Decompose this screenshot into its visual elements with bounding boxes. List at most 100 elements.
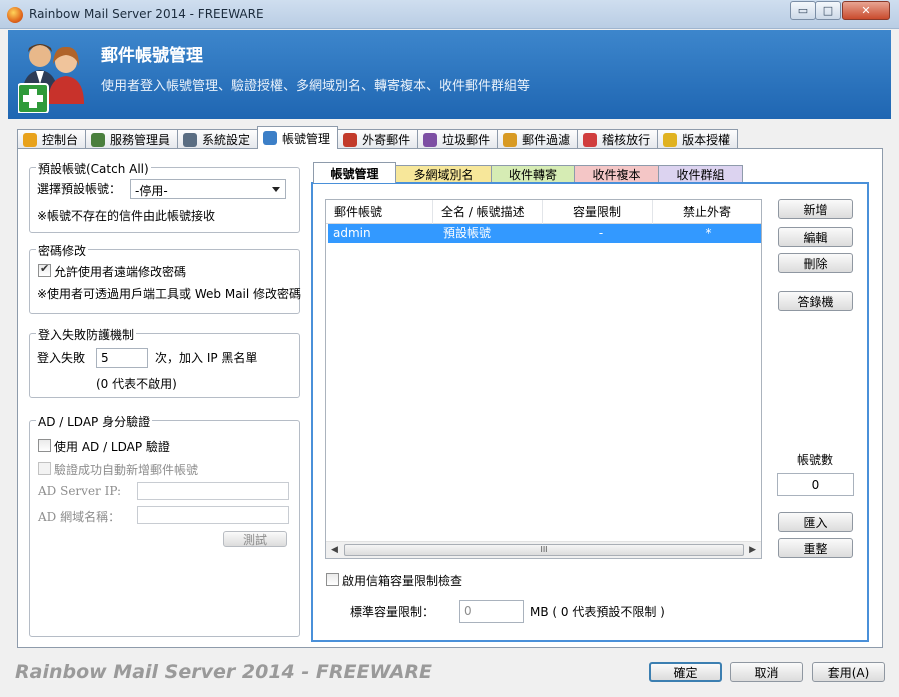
filter-icon: [503, 132, 518, 147]
ldap-group: AD / LDAP 身分驗證 使用 AD / LDAP 驗證 驗證成功自動新增郵…: [29, 413, 300, 637]
catchall-group: 預設帳號(Catch All) 選擇預設帳號： -停用- ※帳號不存在的信件由此…: [29, 160, 300, 233]
import-button[interactable]: 匯入: [778, 512, 853, 532]
auto-reply-button[interactable]: 答錄機: [778, 291, 853, 311]
row-block: *: [705, 226, 712, 240]
horizontal-scrollbar[interactable]: ◀ III ▶: [326, 541, 761, 558]
account-list[interactable]: 郵件帳號 全名 / 帳號描述 容量限制 禁止外寄 admin 預設帳號 - * …: [325, 199, 762, 559]
subtab-4[interactable]: 收件群組: [658, 165, 743, 183]
table-row[interactable]: admin 預設帳號 - *: [328, 224, 761, 243]
col-fullname[interactable]: 全名 / 帳號描述: [433, 200, 543, 224]
allow-remote-password-label: 允許使用者遠端修改密碼: [54, 265, 187, 279]
subtab-0[interactable]: 帳號管理: [313, 162, 396, 183]
login-fail-count-input[interactable]: 5: [96, 348, 148, 368]
subtab-2[interactable]: 收件轉寄: [491, 165, 575, 183]
ldap-test-button[interactable]: 測試: [223, 531, 287, 547]
login-fail-suffix: 次，加入 IP 黑名單: [155, 351, 258, 365]
password-legend: 密碼修改: [36, 242, 89, 259]
scroll-right-icon[interactable]: ▶: [749, 545, 756, 555]
close-icon: ✕: [861, 4, 871, 17]
enable-quota-checkbox[interactable]: [326, 573, 339, 586]
add-button-label: 新增: [803, 202, 828, 217]
login-fail-group: 登入失敗防護機制 登入失敗 5 次，加入 IP 黑名單 (0 代表不啟用): [29, 326, 300, 398]
tab-label: 帳號管理: [282, 131, 331, 146]
minimize-icon: ▭: [797, 4, 809, 17]
scroll-left-icon[interactable]: ◀: [331, 545, 338, 555]
users-add-icon: [18, 44, 84, 113]
use-ldap-checkbox[interactable]: [38, 439, 51, 452]
title-bar: Rainbow Mail Server 2014 - FREEWARE ▭ □ …: [0, 0, 899, 29]
std-quota-unit: MB ( 0 代表預設不限制 ): [530, 605, 665, 619]
col-block-outgoing[interactable]: 禁止外寄: [653, 200, 761, 224]
catchall-note: ※帳號不存在的信件由此帳號接收: [37, 209, 216, 223]
tab-label: 稽核放行: [602, 133, 651, 147]
services-icon: [91, 132, 106, 147]
login-fail-legend: 登入失敗防護機制: [36, 326, 137, 343]
edit-button[interactable]: 編輯: [778, 227, 853, 247]
close-button[interactable]: ✕: [842, 1, 890, 20]
enable-quota-label: 啟用信箱容量限制檢查: [342, 574, 463, 588]
row-account: admin: [333, 226, 371, 240]
tab-license[interactable]: 版本授權: [657, 129, 739, 149]
ok-button-label: 確定: [673, 665, 698, 680]
std-quota-value: 0: [464, 604, 472, 618]
subtab-3[interactable]: 收件複本: [574, 165, 659, 183]
account-subtabs: 帳號管理 多網域別名 收件轉寄 收件複本 收件群組: [313, 162, 743, 183]
std-quota-input[interactable]: 0: [459, 600, 524, 623]
allow-remote-password-checkbox[interactable]: [38, 262, 51, 277]
std-quota-label: 標準容量限制：: [350, 605, 435, 619]
maximize-button[interactable]: □: [815, 1, 841, 20]
license-icon: [663, 132, 678, 147]
tab-label: 垃圾郵件: [442, 133, 491, 147]
brand-watermark: Rainbow Mail Server 2014 - FREEWARE: [15, 661, 433, 683]
ldap-legend: AD / LDAP 身分驗證: [36, 413, 153, 430]
use-ldap-label: 使用 AD / LDAP 驗證: [54, 440, 170, 454]
tab-audit[interactable]: 稽核放行: [577, 129, 659, 149]
row-quota: -: [598, 226, 604, 240]
catchall-select-value: -停用-: [135, 184, 168, 198]
gear-icon: [183, 132, 198, 147]
col-quota[interactable]: 容量限制: [543, 200, 653, 224]
maximize-icon: □: [822, 4, 834, 17]
refresh-button[interactable]: 重整: [778, 538, 853, 558]
auto-create-account-checkbox[interactable]: [38, 462, 51, 475]
tab-outgoing-mail[interactable]: 外寄郵件: [337, 129, 419, 149]
login-fail-count-value: 5: [101, 351, 109, 365]
tab-spam[interactable]: 垃圾郵件: [417, 129, 499, 149]
col-account[interactable]: 郵件帳號: [326, 200, 433, 224]
refresh-button-label: 重整: [803, 541, 828, 556]
auto-create-account-label: 驗證成功自動新增郵件帳號: [54, 463, 199, 477]
tab-label: 郵件過濾: [522, 133, 571, 147]
dashboard-icon: [23, 132, 37, 147]
add-button[interactable]: 新增: [778, 199, 853, 219]
ldap-test-label: 測試: [242, 532, 267, 547]
cancel-button[interactable]: 取消: [730, 662, 803, 682]
tab-filter[interactable]: 郵件過濾: [497, 129, 579, 149]
apply-button[interactable]: 套用(A): [812, 662, 885, 682]
tab-label: 服務管理員: [110, 133, 171, 147]
ad-domain-input[interactable]: [137, 506, 289, 524]
ad-server-input[interactable]: [137, 482, 289, 500]
catchall-select[interactable]: -停用-: [130, 179, 286, 199]
subtab-1[interactable]: 多網域別名: [395, 165, 492, 183]
main-tabs: 控制台 服務管理員 系統設定 帳號管理 外寄郵件 垃圾郵件 郵件過濾 稽核放行 版本授權: [17, 126, 739, 149]
ad-server-label: AD Server IP:: [38, 484, 122, 498]
spam-icon: [423, 132, 438, 147]
tab-services[interactable]: 服務管理員: [85, 129, 179, 149]
tab-gear[interactable]: 系統設定: [177, 129, 259, 149]
account-count-field: 0: [777, 473, 854, 496]
tab-dashboard[interactable]: 控制台: [17, 129, 87, 149]
apply-button-label: 套用(A): [827, 665, 870, 680]
tab-users[interactable]: 帳號管理: [257, 126, 339, 149]
window-title: Rainbow Mail Server 2014 - FREEWARE: [29, 7, 264, 21]
minimize-button[interactable]: ▭: [790, 1, 816, 20]
login-fail-prefix: 登入失敗: [37, 351, 86, 365]
delete-button-label: 刪除: [803, 256, 828, 271]
account-count-label: 帳號數: [797, 453, 834, 467]
audit-icon: [583, 132, 598, 147]
delete-button[interactable]: 刪除: [778, 253, 853, 273]
scrollbar-thumb[interactable]: III: [344, 544, 744, 556]
users-icon: [263, 131, 278, 145]
ok-button[interactable]: 確定: [649, 662, 722, 682]
cancel-button-label: 取消: [754, 665, 779, 680]
outgoing-mail-icon: [343, 132, 358, 147]
